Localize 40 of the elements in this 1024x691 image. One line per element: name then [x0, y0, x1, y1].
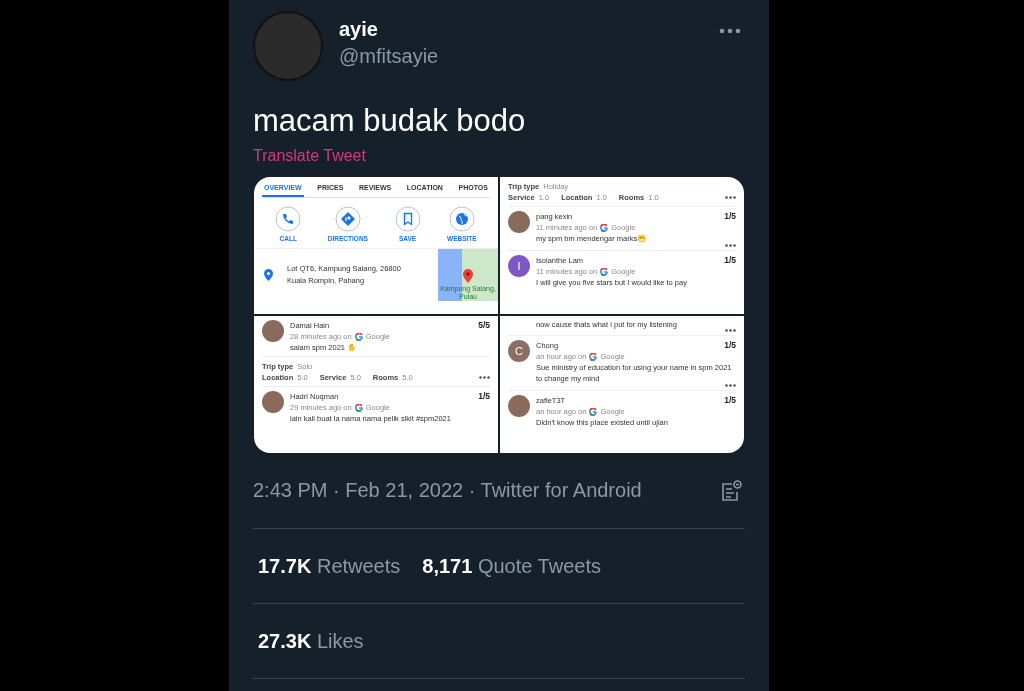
more-icon[interactable] [725, 196, 736, 199]
avatar-placeholder[interactable] [508, 211, 530, 233]
google-logo-icon [589, 407, 598, 416]
more-icon[interactable] [725, 329, 736, 332]
letter-avatar[interactable]: I [508, 255, 530, 277]
list-icon[interactable] [719, 478, 743, 503]
directions-icon[interactable] [334, 206, 361, 232]
avatar-placeholder[interactable] [508, 395, 530, 417]
tweet-text: macam budak bodo [253, 102, 527, 140]
rating-text: 1/5 [478, 391, 490, 402]
likes-link[interactable]: 27.3K Likes [258, 629, 364, 653]
rating-text: 5/5 [478, 320, 490, 331]
user-handle[interactable]: @mfitsayie [339, 41, 439, 71]
more-icon[interactable] [719, 28, 741, 34]
more-icon[interactable] [725, 244, 736, 247]
display-name[interactable]: ayie [339, 17, 439, 41]
rating-text: 1/5 [724, 255, 736, 266]
google-logo-icon [589, 352, 598, 361]
google-logo-icon [600, 267, 609, 276]
stat-link[interactable]: 17.7K Retweets [258, 554, 401, 578]
avatar-placeholder[interactable] [262, 391, 284, 413]
bookmark-icon[interactable] [394, 206, 421, 232]
media-grid[interactable] [254, 177, 744, 453]
location-pin-icon [264, 269, 273, 281]
google-logo-icon [354, 332, 363, 341]
map-pin-icon [463, 269, 473, 283]
globe-icon[interactable] [448, 206, 475, 232]
rating-text: 1/5 [724, 340, 736, 351]
letter-avatar[interactable]: C [508, 340, 530, 362]
stat-link[interactable]: 8,171 Quote Tweets [422, 554, 601, 578]
rating-text: 1/5 [724, 211, 736, 222]
timestamp-text[interactable]: 2:43 PM · Feb 21, 2022 · Twitter for Android [253, 479, 642, 502]
phone-icon[interactable] [275, 206, 302, 232]
rating-text: 1/5 [724, 395, 736, 406]
google-logo-icon [600, 223, 609, 232]
google-logo-icon [354, 403, 363, 412]
translate-link[interactable]: Translate Tweet [253, 147, 366, 165]
more-icon[interactable] [479, 376, 490, 379]
avatar-placeholder[interactable] [262, 320, 284, 342]
more-icon[interactable] [725, 384, 736, 387]
